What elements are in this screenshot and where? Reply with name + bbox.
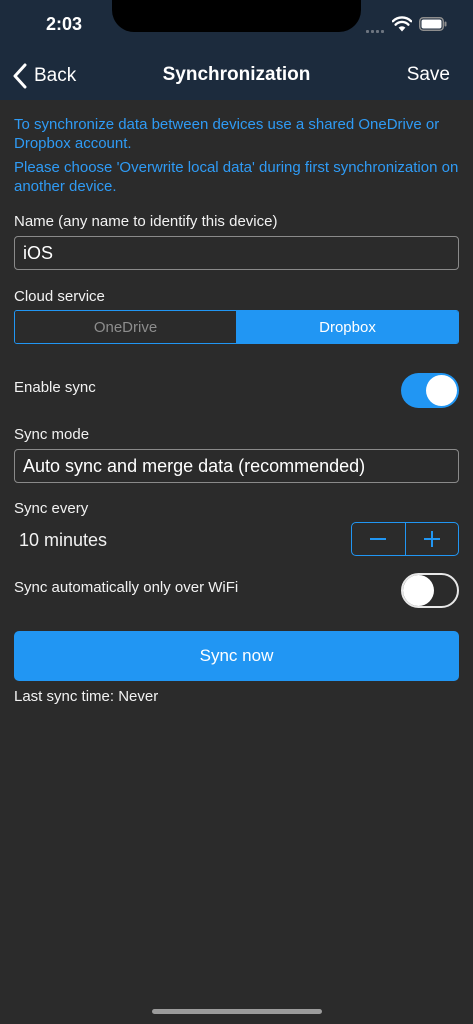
last-sync-time: Last sync time: Never bbox=[14, 688, 159, 705]
sync-now-button[interactable]: Sync now bbox=[14, 631, 459, 681]
device-name-input[interactable]: iOS bbox=[14, 236, 459, 270]
enable-sync-toggle[interactable] bbox=[401, 373, 459, 408]
increment-button[interactable] bbox=[404, 523, 459, 555]
cloud-service-label: Cloud service bbox=[14, 288, 105, 305]
cloud-service-segmented-control: OneDrive Dropbox bbox=[14, 310, 459, 344]
battery-icon bbox=[419, 17, 447, 31]
segment-onedrive[interactable]: OneDrive bbox=[15, 311, 237, 343]
segment-dropbox[interactable]: Dropbox bbox=[237, 311, 458, 343]
decrement-button[interactable] bbox=[352, 523, 405, 555]
info-text-shared-account: To synchronize data between devices use … bbox=[14, 116, 440, 152]
sync-mode-label: Sync mode bbox=[14, 426, 90, 443]
sync-interval-stepper bbox=[351, 522, 459, 556]
sync-interval-value: 10 minutes bbox=[19, 530, 108, 550]
wifi-only-toggle[interactable] bbox=[401, 573, 459, 608]
page-title: Synchronization bbox=[162, 64, 311, 85]
notch bbox=[112, 0, 361, 32]
home-indicator[interactable] bbox=[152, 1009, 322, 1014]
header: 2:03 Back Synchronization Save bbox=[0, 0, 473, 100]
enable-sync-label: Enable sync bbox=[14, 379, 96, 396]
toggle-knob bbox=[403, 575, 434, 606]
name-label: Name (any name to identify this device) bbox=[14, 213, 278, 230]
signal-icon bbox=[366, 27, 386, 33]
toggle-knob bbox=[426, 375, 457, 406]
wifi-only-label: Sync automatically only over WiFi bbox=[14, 579, 239, 596]
minus-icon bbox=[370, 538, 387, 540]
sync-mode-select[interactable]: Auto sync and merge data (recommended) bbox=[14, 449, 459, 483]
wifi-icon bbox=[392, 16, 412, 32]
info-text-overwrite: Please choose 'Overwrite local data' dur… bbox=[14, 159, 459, 195]
status-time: 2:03 bbox=[46, 14, 83, 34]
plus-icon bbox=[423, 531, 440, 547]
phone-screen: 2:03 Back Synchronization Save To synchr… bbox=[0, 0, 473, 1024]
sync-every-label: Sync every bbox=[14, 500, 89, 517]
save-button[interactable]: Save bbox=[407, 64, 450, 86]
